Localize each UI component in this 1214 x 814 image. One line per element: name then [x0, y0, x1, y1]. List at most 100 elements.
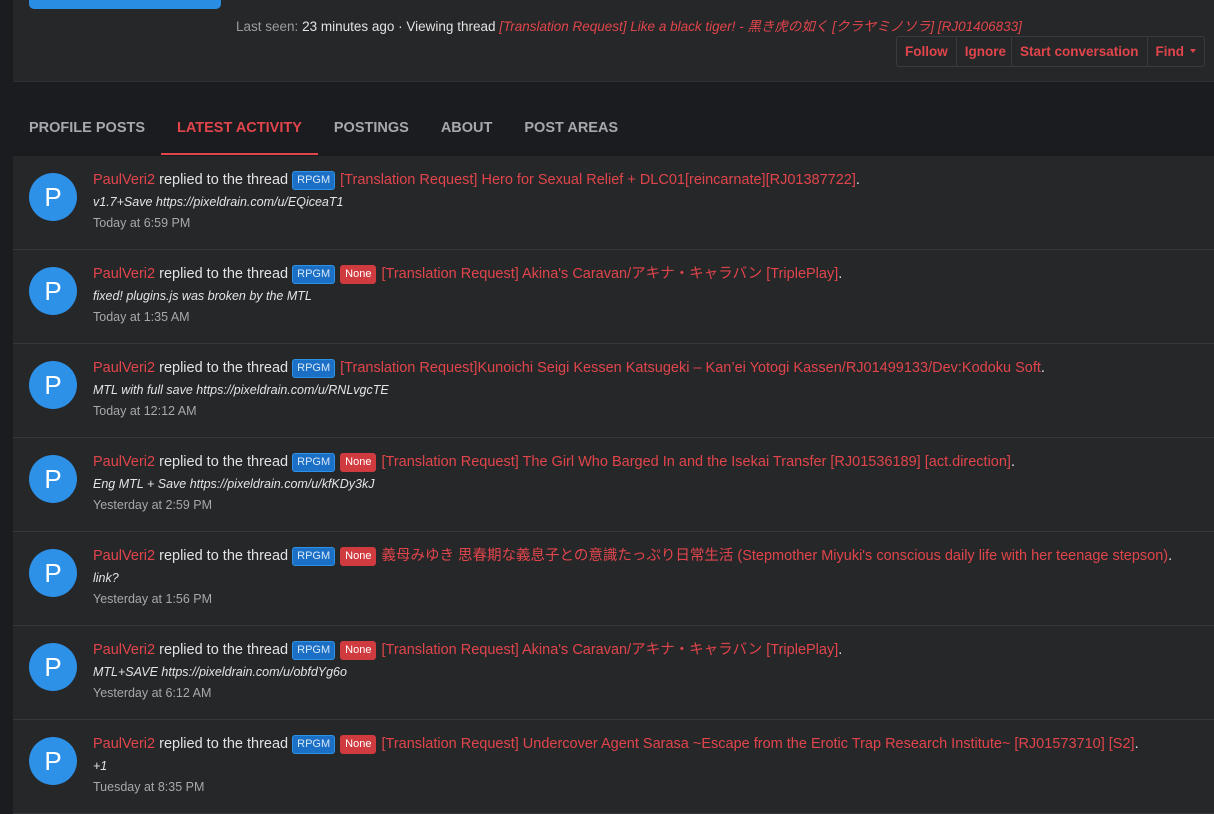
activity-body: PaulVeri2 replied to the thread RPGM Non…: [93, 640, 1208, 702]
list-item: P PaulVeri2 replied to the thread RPGM N…: [13, 720, 1214, 814]
avatar[interactable]: P: [29, 173, 77, 221]
thread-link[interactable]: [Translation Request] The Girl Who Barge…: [381, 454, 1010, 470]
timestamp[interactable]: Today at 12:12 AM: [93, 402, 1208, 420]
avatar[interactable]: P: [29, 267, 77, 315]
action-text: replied to the thread: [159, 548, 289, 564]
period: .: [1010, 454, 1015, 470]
prefix-badge-rpgm[interactable]: RPGM: [292, 735, 336, 754]
list-item: P PaulVeri2 replied to the thread RPGM N…: [13, 626, 1214, 720]
prefix-badge-rpgm[interactable]: RPGM: [292, 547, 336, 566]
reply-snippet: Eng MTL + Save https://pixeldrain.com/u/…: [93, 477, 375, 491]
period: .: [855, 172, 860, 188]
period: .: [838, 266, 843, 282]
timestamp[interactable]: Tuesday at 8:35 PM: [93, 778, 1208, 796]
activity-body: PaulVeri2 replied to the thread RPGM Non…: [93, 452, 1208, 514]
username-link[interactable]: PaulVeri2: [93, 642, 155, 658]
prefix-badge-none[interactable]: None: [340, 735, 377, 754]
prefix-badge-rpgm[interactable]: RPGM: [292, 453, 336, 472]
thread-link[interactable]: [Translation Request] Akina's Caravan/アキ…: [381, 266, 838, 282]
thread-link[interactable]: 義母みゆき 思春期な義息子との意識たっぷり日常生活 (Stepmother Mi…: [381, 548, 1168, 564]
username-link[interactable]: PaulVeri2: [93, 266, 155, 282]
timestamp[interactable]: Today at 6:59 PM: [93, 214, 1208, 232]
profile-tabs: PROFILE POSTS LATEST ACTIVITY POSTINGS A…: [13, 101, 634, 156]
prefix-badge-none[interactable]: None: [340, 547, 377, 566]
prefix-badge-rpgm[interactable]: RPGM: [292, 359, 336, 378]
action-text: replied to the thread: [159, 172, 289, 188]
period: .: [1134, 736, 1139, 752]
viewing-thread-link[interactable]: [Translation Request] Like a black tiger…: [499, 19, 1022, 34]
find-label: Find: [1155, 44, 1185, 59]
username-link[interactable]: PaulVeri2: [93, 172, 155, 188]
thread-link[interactable]: [Translation Request] Akina's Caravan/アキ…: [381, 642, 838, 658]
prefix-badge-none[interactable]: None: [340, 265, 377, 284]
last-seen-label: Last seen:: [236, 19, 299, 34]
last-seen-line: Last seen: 23 minutes ago · Viewing thre…: [236, 15, 1022, 35]
prefix-badge-rpgm[interactable]: RPGM: [292, 171, 336, 190]
profile-page: Last seen: 23 minutes ago · Viewing thre…: [0, 0, 1214, 814]
activity-headline: PaulVeri2 replied to the thread RPGM [Tr…: [93, 358, 1208, 378]
last-seen-value: 23 minutes ago: [302, 19, 395, 34]
activity-headline: PaulVeri2 replied to the thread RPGM Non…: [93, 734, 1208, 754]
timestamp[interactable]: Today at 1:35 AM: [93, 308, 1208, 326]
avatar[interactable]: P: [29, 643, 77, 691]
activity-headline: PaulVeri2 replied to the thread RPGM Non…: [93, 452, 1208, 472]
prefix-badge-none[interactable]: None: [340, 453, 377, 472]
profile-header: Last seen: 23 minutes ago · Viewing thre…: [13, 0, 1214, 82]
start-conversation-button[interactable]: Start conversation: [1012, 37, 1147, 66]
follow-button[interactable]: Follow: [897, 37, 956, 66]
activity-body: PaulVeri2 replied to the thread RPGM Non…: [93, 546, 1208, 608]
timestamp[interactable]: Yesterday at 6:12 AM: [93, 684, 1208, 702]
thread-link[interactable]: [Translation Request]Kunoichi Seigi Kess…: [340, 360, 1041, 376]
activity-headline: PaulVeri2 replied to the thread RPGM Non…: [93, 546, 1208, 566]
viewing-label: Viewing thread: [406, 19, 496, 34]
list-item: P PaulVeri2 replied to the thread RPGM N…: [13, 532, 1214, 626]
activity-headline: PaulVeri2 replied to the thread RPGM Non…: [93, 264, 1208, 284]
reply-snippet: fixed! plugins.js was broken by the MTL: [93, 289, 312, 303]
username-link[interactable]: PaulVeri2: [93, 360, 155, 376]
list-item: P PaulVeri2 replied to the thread RPGM […: [13, 344, 1214, 438]
tab-post-areas[interactable]: POST AREAS: [508, 101, 634, 155]
ignore-button[interactable]: Ignore: [955, 37, 1015, 66]
activity-headline: PaulVeri2 replied to the thread RPGM Non…: [93, 640, 1208, 660]
separator: ·: [398, 19, 403, 34]
reply-snippet: link?: [93, 571, 119, 585]
chevron-down-icon: [1190, 49, 1197, 54]
avatar[interactable]: P: [29, 737, 77, 785]
reply-snippet: +1: [93, 759, 108, 773]
prefix-badge-none[interactable]: None: [340, 641, 377, 660]
tab-profile-posts[interactable]: PROFILE POSTS: [13, 101, 161, 155]
username-link[interactable]: PaulVeri2: [93, 736, 155, 752]
period: .: [838, 642, 843, 658]
activity-body: PaulVeri2 replied to the thread RPGM Non…: [93, 734, 1208, 796]
tab-latest-activity[interactable]: LATEST ACTIVITY: [161, 101, 318, 155]
thread-link[interactable]: [Translation Request] Hero for Sexual Re…: [340, 172, 856, 188]
conversation-find-group: Start conversation Find: [1011, 36, 1206, 67]
username-link[interactable]: PaulVeri2: [93, 454, 155, 470]
find-button[interactable]: Find: [1146, 37, 1205, 66]
prefix-badge-rpgm[interactable]: RPGM: [292, 265, 336, 284]
profile-accent-bar: [29, 0, 221, 9]
avatar[interactable]: P: [29, 549, 77, 597]
reply-snippet: MTL with full save https://pixeldrain.co…: [93, 383, 389, 397]
reply-snippet: v1.7+Save https://pixeldrain.com/u/EQice…: [93, 195, 344, 209]
activity-body: PaulVeri2 replied to the thread RPGM Non…: [93, 264, 1208, 326]
timestamp[interactable]: Yesterday at 2:59 PM: [93, 496, 1208, 514]
timestamp[interactable]: Yesterday at 1:56 PM: [93, 590, 1208, 608]
action-text: replied to the thread: [159, 360, 289, 376]
avatar[interactable]: P: [29, 455, 77, 503]
tab-postings[interactable]: POSTINGS: [318, 101, 425, 155]
action-text: replied to the thread: [159, 266, 289, 282]
tab-about[interactable]: ABOUT: [425, 101, 509, 155]
follow-ignore-group: Follow Ignore: [896, 36, 1016, 67]
period: .: [1040, 360, 1045, 376]
reply-snippet: MTL+SAVE https://pixeldrain.com/u/obfdYg…: [93, 665, 347, 679]
prefix-badge-rpgm[interactable]: RPGM: [292, 641, 336, 660]
list-item: P PaulVeri2 replied to the thread RPGM N…: [13, 438, 1214, 532]
activity-list: P PaulVeri2 replied to the thread RPGM […: [13, 156, 1214, 814]
list-item: P PaulVeri2 replied to the thread RPGM […: [13, 156, 1214, 250]
thread-link[interactable]: [Translation Request] Undercover Agent S…: [381, 736, 1134, 752]
period: .: [1168, 548, 1173, 564]
avatar[interactable]: P: [29, 361, 77, 409]
username-link[interactable]: PaulVeri2: [93, 548, 155, 564]
activity-headline: PaulVeri2 replied to the thread RPGM [Tr…: [93, 170, 1208, 190]
